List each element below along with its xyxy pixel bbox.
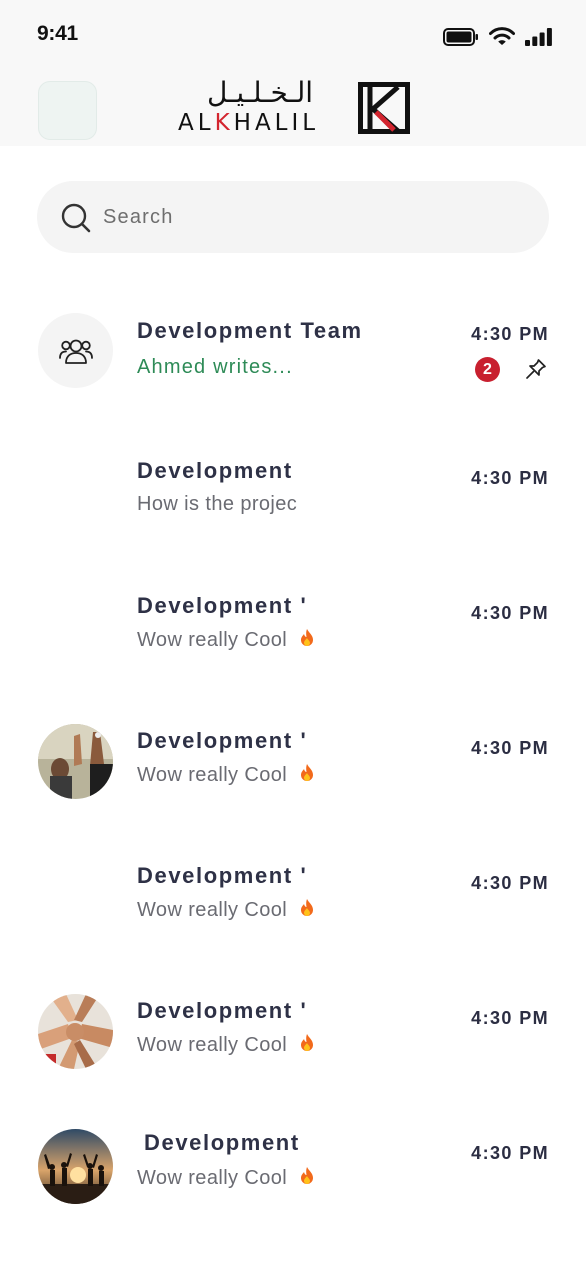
chat-title: Development Team [137,318,363,343]
alkhalil-logo-mark-icon [358,82,410,134]
search-icon [61,203,91,233]
fire-icon [301,764,314,781]
fire-icon [301,1167,314,1184]
chat-title: Development [137,458,293,483]
chat-item[interactable]: Development ' Wow really Cool 4:30 PM [0,965,586,1100]
chat-preview: Wow really Cool [137,763,317,787]
group-icon [58,339,93,364]
app-header: الـخـلـيـل ALKHALIL [0,70,586,146]
chat-item[interactable]: Development Team Ahmed writes... 4:30 PM… [0,290,586,425]
fire-icon [301,629,314,646]
photo-fist-bump-avatar [38,994,113,1069]
chat-item[interactable]: Development ' Wow really Cool 4:30 PM [0,560,586,695]
chat-time: 4:30 PM [471,738,549,758]
logo-arabic-text: الـخـلـيـل [206,76,314,109]
chat-title: Development [144,1130,300,1155]
chat-preview: Wow really Cool [137,628,317,652]
profile-avatar-button[interactable] [38,81,97,140]
pin-icon[interactable] [525,358,547,380]
chat-time: 4:30 PM [471,1008,549,1028]
chat-item[interactable]: Development ' Wow really Cool 4:30 PM [0,695,586,830]
signal-icon [525,27,552,46]
chat-item[interactable]: Development How is the projec 4:30 PM [0,425,586,560]
chat-preview: Wow really Cool [137,1166,317,1190]
status-time: 9:41 [37,22,78,45]
chat-preview: How is the projec [137,493,298,515]
status-bar: 9:41 [0,0,586,70]
fire-icon [301,1034,314,1051]
chat-time: 4:30 PM [471,324,549,344]
wifi-icon [489,27,515,45]
chat-item[interactable]: Development Wow really Cool 4:30 PM [0,1100,586,1235]
chat-time: 4:30 PM [471,873,549,893]
chat-title: Development ' [137,863,308,888]
battery-icon [443,27,478,46]
group-avatar [38,313,113,388]
status-icons [443,27,552,46]
search-bar[interactable] [37,181,549,253]
logo-latin-text: ALKHALIL [178,110,320,136]
chat-title: Development ' [137,998,308,1023]
alkhalil-logo: الـخـلـيـل ALKHALIL [178,76,412,138]
chat-list: Development Team Ahmed writes... 4:30 PM… [0,290,586,1235]
chat-preview: Wow really Cool [137,1033,317,1057]
search-input[interactable] [103,181,523,253]
chat-time: 4:30 PM [471,1143,549,1163]
chat-item[interactable]: Development ' Wow really Cool 4:30 PM [0,830,586,965]
chat-time: 4:30 PM [471,468,549,488]
chat-time: 4:30 PM [471,603,549,623]
unread-count-badge: 2 [475,357,500,382]
photo-people-celebrating-avatar [38,724,113,799]
photo-sunset-silhouettes-avatar [38,1129,113,1204]
chat-preview-typing: Ahmed writes... [137,356,293,378]
fire-icon [301,899,314,916]
chat-title: Development ' [137,728,308,753]
chat-preview: Wow really Cool [137,898,317,922]
chat-title: Development ' [137,593,308,618]
